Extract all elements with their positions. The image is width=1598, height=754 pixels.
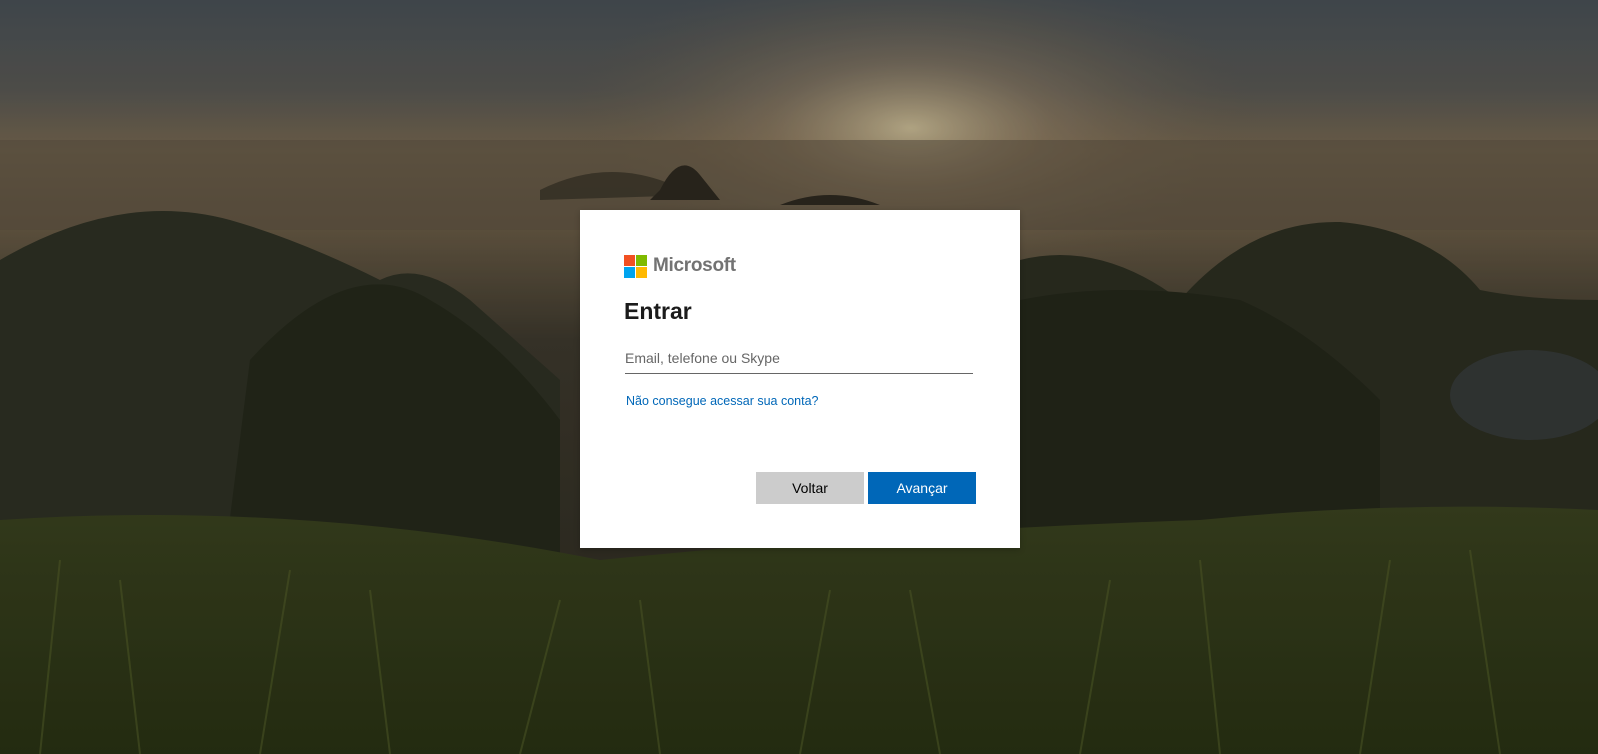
sign-in-dialog: Microsoft Entrar Não consegue acessar su…: [580, 210, 1020, 548]
back-button[interactable]: Voltar: [756, 472, 864, 504]
cant-access-account-link[interactable]: Não consegue acessar sua conta?: [626, 394, 819, 408]
page-title: Entrar: [624, 298, 692, 324]
email-field[interactable]: [625, 343, 973, 374]
brand-name: Microsoft: [653, 255, 736, 276]
microsoft-brand: Microsoft: [624, 254, 736, 278]
microsoft-logo-icon: [624, 254, 647, 278]
next-button[interactable]: Avançar: [868, 472, 976, 504]
